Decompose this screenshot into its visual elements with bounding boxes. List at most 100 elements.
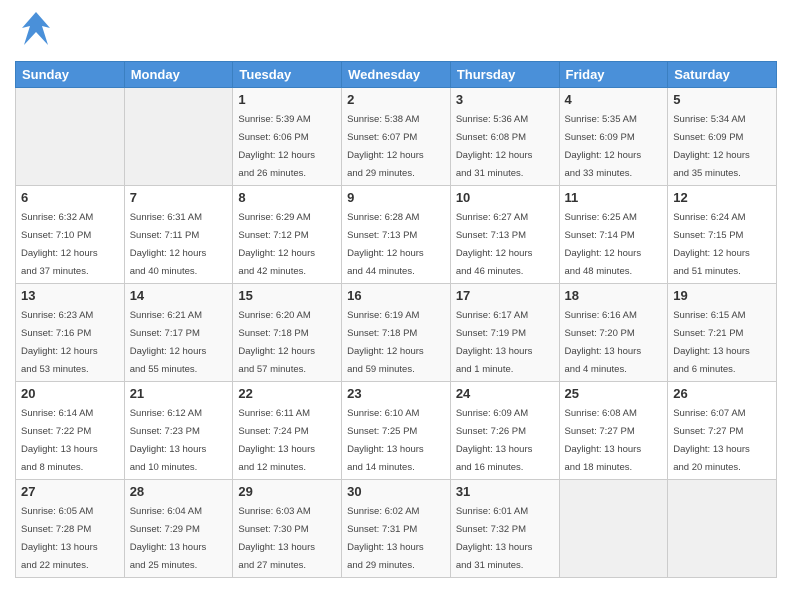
calendar-cell: 29 Sunrise: 6:03 AMSunset: 7:30 PMDayligh… — [233, 480, 342, 578]
day-number: 3 — [456, 92, 554, 107]
calendar-cell: 3 Sunrise: 5:36 AMSunset: 6:08 PMDaylight… — [450, 88, 559, 186]
calendar-cell: 15 Sunrise: 6:20 AMSunset: 7:18 PMDayligh… — [233, 284, 342, 382]
day-number: 25 — [565, 386, 663, 401]
day-info: Sunrise: 6:19 AMSunset: 7:18 PMDaylight:… — [347, 310, 424, 375]
calendar-cell — [124, 88, 233, 186]
day-info: Sunrise: 5:36 AMSunset: 6:08 PMDaylight:… — [456, 114, 533, 179]
day-info: Sunrise: 6:14 AMSunset: 7:22 PMDaylight:… — [21, 408, 98, 473]
day-number: 31 — [456, 484, 554, 499]
day-info: Sunrise: 6:10 AMSunset: 7:25 PMDaylight:… — [347, 408, 424, 473]
day-info: Sunrise: 5:35 AMSunset: 6:09 PMDaylight:… — [565, 114, 642, 179]
calendar-cell — [668, 480, 777, 578]
logo — [15, 10, 52, 55]
day-number: 10 — [456, 190, 554, 205]
day-info: Sunrise: 6:07 AMSunset: 7:27 PMDaylight:… — [673, 408, 750, 473]
calendar-cell: 16 Sunrise: 6:19 AMSunset: 7:18 PMDayligh… — [342, 284, 451, 382]
calendar-cell: 17Sunrise: 6:17 AMSunset: 7:19 PMDayligh… — [450, 284, 559, 382]
calendar-cell: 18Sunrise: 6:16 AMSunset: 7:20 PMDayligh… — [559, 284, 668, 382]
calendar-cell: 27 Sunrise: 6:05 AMSunset: 7:28 PMDayligh… — [16, 480, 125, 578]
day-number: 1 — [238, 92, 336, 107]
calendar-cell: 8 Sunrise: 6:29 AMSunset: 7:12 PMDaylight… — [233, 186, 342, 284]
day-number: 6 — [21, 190, 119, 205]
day-info: Sunrise: 6:12 AMSunset: 7:23 PMDaylight:… — [130, 408, 207, 473]
day-number: 30 — [347, 484, 445, 499]
day-info: Sunrise: 6:25 AMSunset: 7:14 PMDaylight:… — [565, 212, 642, 277]
day-number: 16 — [347, 288, 445, 303]
day-number: 22 — [238, 386, 336, 401]
day-number: 19 — [673, 288, 771, 303]
col-thursday: Thursday — [450, 62, 559, 88]
page: Sunday Monday Tuesday Wednesday Thursday… — [0, 0, 792, 612]
calendar-cell: 28 Sunrise: 6:04 AMSunset: 7:29 PMDayligh… — [124, 480, 233, 578]
day-info: Sunrise: 6:32 AMSunset: 7:10 PMDaylight:… — [21, 212, 98, 277]
day-info: Sunrise: 6:24 AMSunset: 7:15 PMDaylight:… — [673, 212, 750, 277]
calendar-cell: 4 Sunrise: 5:35 AMSunset: 6:09 PMDaylight… — [559, 88, 668, 186]
day-number: 8 — [238, 190, 336, 205]
day-info: Sunrise: 6:28 AMSunset: 7:13 PMDaylight:… — [347, 212, 424, 277]
day-number: 13 — [21, 288, 119, 303]
day-number: 26 — [673, 386, 771, 401]
day-info: Sunrise: 6:20 AMSunset: 7:18 PMDaylight:… — [238, 310, 315, 375]
calendar-header-row: Sunday Monday Tuesday Wednesday Thursday… — [16, 62, 777, 88]
calendar-cell: 31 Sunrise: 6:01 AMSunset: 7:32 PMDayligh… — [450, 480, 559, 578]
col-saturday: Saturday — [668, 62, 777, 88]
calendar-cell: 10Sunrise: 6:27 AMSunset: 7:13 PMDayligh… — [450, 186, 559, 284]
day-number: 20 — [21, 386, 119, 401]
day-info: Sunrise: 6:11 AMSunset: 7:24 PMDaylight:… — [238, 408, 315, 473]
day-number: 23 — [347, 386, 445, 401]
day-info: Sunrise: 5:38 AMSunset: 6:07 PMDaylight:… — [347, 114, 424, 179]
day-info: Sunrise: 6:09 AMSunset: 7:26 PMDaylight:… — [456, 408, 533, 473]
day-number: 5 — [673, 92, 771, 107]
day-info: Sunrise: 6:23 AMSunset: 7:16 PMDaylight:… — [21, 310, 98, 375]
calendar-cell: 12 Sunrise: 6:24 AMSunset: 7:15 PMDayligh… — [668, 186, 777, 284]
day-number: 24 — [456, 386, 554, 401]
calendar-cell — [559, 480, 668, 578]
day-number: 28 — [130, 484, 228, 499]
day-info: Sunrise: 6:03 AMSunset: 7:30 PMDaylight:… — [238, 506, 315, 571]
calendar: Sunday Monday Tuesday Wednesday Thursday… — [15, 61, 777, 578]
day-info: Sunrise: 6:29 AMSunset: 7:12 PMDaylight:… — [238, 212, 315, 277]
col-monday: Monday — [124, 62, 233, 88]
col-sunday: Sunday — [16, 62, 125, 88]
day-info: Sunrise: 6:01 AMSunset: 7:32 PMDaylight:… — [456, 506, 533, 571]
calendar-cell: 26 Sunrise: 6:07 AMSunset: 7:27 PMDayligh… — [668, 382, 777, 480]
col-wednesday: Wednesday — [342, 62, 451, 88]
col-tuesday: Tuesday — [233, 62, 342, 88]
day-info: Sunrise: 6:15 AMSunset: 7:21 PMDaylight:… — [673, 310, 750, 375]
day-info: Sunrise: 6:08 AMSunset: 7:27 PMDaylight:… — [565, 408, 642, 473]
calendar-cell — [16, 88, 125, 186]
calendar-cell: 11Sunrise: 6:25 AMSunset: 7:14 PMDayligh… — [559, 186, 668, 284]
calendar-cell: 19 Sunrise: 6:15 AMSunset: 7:21 PMDayligh… — [668, 284, 777, 382]
calendar-cell: 14Sunrise: 6:21 AMSunset: 7:17 PMDayligh… — [124, 284, 233, 382]
day-number: 4 — [565, 92, 663, 107]
day-number: 29 — [238, 484, 336, 499]
day-number: 9 — [347, 190, 445, 205]
logo-bird-icon — [20, 10, 52, 55]
calendar-cell: 5Sunrise: 5:34 AMSunset: 6:09 PMDaylight… — [668, 88, 777, 186]
day-info: Sunrise: 6:16 AMSunset: 7:20 PMDaylight:… — [565, 310, 642, 375]
day-number: 21 — [130, 386, 228, 401]
day-number: 12 — [673, 190, 771, 205]
day-info: Sunrise: 6:04 AMSunset: 7:29 PMDaylight:… — [130, 506, 207, 571]
header — [15, 10, 777, 55]
calendar-cell: 23 Sunrise: 6:10 AMSunset: 7:25 PMDayligh… — [342, 382, 451, 480]
calendar-cell: 22 Sunrise: 6:11 AMSunset: 7:24 PMDayligh… — [233, 382, 342, 480]
calendar-cell: 21 Sunrise: 6:12 AMSunset: 7:23 PMDayligh… — [124, 382, 233, 480]
day-number: 14 — [130, 288, 228, 303]
day-number: 27 — [21, 484, 119, 499]
calendar-cell: 7 Sunrise: 6:31 AMSunset: 7:11 PMDaylight… — [124, 186, 233, 284]
day-info: Sunrise: 5:39 AMSunset: 6:06 PMDaylight:… — [238, 114, 315, 179]
calendar-cell: 13 Sunrise: 6:23 AMSunset: 7:16 PMDayligh… — [16, 284, 125, 382]
day-info: Sunrise: 6:05 AMSunset: 7:28 PMDaylight:… — [21, 506, 98, 571]
calendar-cell: 1 Sunrise: 5:39 AMSunset: 6:06 PMDaylight… — [233, 88, 342, 186]
day-info: Sunrise: 6:31 AMSunset: 7:11 PMDaylight:… — [130, 212, 207, 277]
col-friday: Friday — [559, 62, 668, 88]
day-number: 7 — [130, 190, 228, 205]
calendar-cell: 6 Sunrise: 6:32 AMSunset: 7:10 PMDaylight… — [16, 186, 125, 284]
calendar-cell: 20 Sunrise: 6:14 AMSunset: 7:22 PMDayligh… — [16, 382, 125, 480]
calendar-cell: 9 Sunrise: 6:28 AMSunset: 7:13 PMDaylight… — [342, 186, 451, 284]
day-number: 17 — [456, 288, 554, 303]
day-number: 2 — [347, 92, 445, 107]
day-number: 15 — [238, 288, 336, 303]
calendar-cell: 25 Sunrise: 6:08 AMSunset: 7:27 PMDayligh… — [559, 382, 668, 480]
